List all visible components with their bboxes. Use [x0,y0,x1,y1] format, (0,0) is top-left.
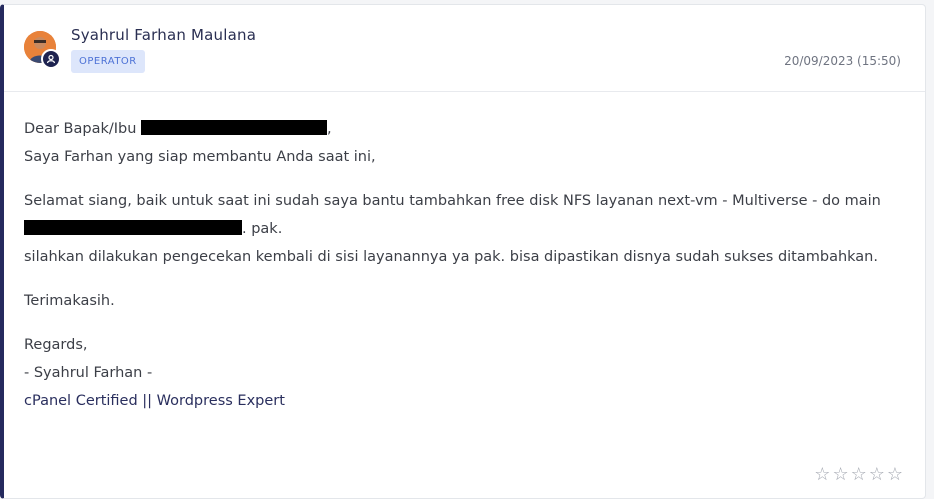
thanks-line: Terimakasih. [24,293,115,309]
star-1-icon[interactable]: ☆ [814,466,830,484]
regards-line: Regards, [24,337,88,353]
signature-block: Regards, - Syahrul Farhan - cPanel Certi… [24,331,906,415]
star-5-icon[interactable]: ☆ [887,466,903,484]
para1-text: Selamat siang, baik untuk saat ini sudah… [24,193,881,209]
greeting-block: Dear Bapak/Ibu , Saya Farhan yang siap m… [24,115,906,171]
redacted-name [141,120,328,135]
intro-line: Saya Farhan yang siap membantu Anda saat… [24,149,376,165]
para2-text: silahkan dilakukan pengecekan kembali di… [24,249,878,265]
role-badge: OPERATOR [71,50,145,73]
reply-timestamp: 20/09/2023 (15:50) [784,54,901,68]
para1-end: . pak. [242,221,283,237]
signature-name: - Syahrul Farhan - [24,365,153,381]
author-name: Syahrul Farhan Maulana [71,26,257,44]
reply-header: Syahrul Farhan Maulana OPERATOR 20/09/20… [4,5,925,92]
star-4-icon[interactable]: ☆ [869,466,885,484]
greeting-end: , [327,121,332,137]
operator-icon [41,49,61,69]
ticket-reply-card: Syahrul Farhan Maulana OPERATOR 20/09/20… [0,4,926,499]
message-body: Dear Bapak/Ibu , Saya Farhan yang siap m… [24,115,906,431]
rating-stars: ☆ ☆ ☆ ☆ ☆ [814,466,903,484]
greeting: Dear Bapak/Ibu [24,121,142,137]
signature-title: cPanel Certified || Wordpress Expert [24,393,285,409]
main-paragraph: Selamat siang, baik untuk saat ini sudah… [24,187,906,271]
star-3-icon[interactable]: ☆ [851,466,867,484]
redacted-domain [24,220,242,235]
star-2-icon[interactable]: ☆ [832,466,848,484]
